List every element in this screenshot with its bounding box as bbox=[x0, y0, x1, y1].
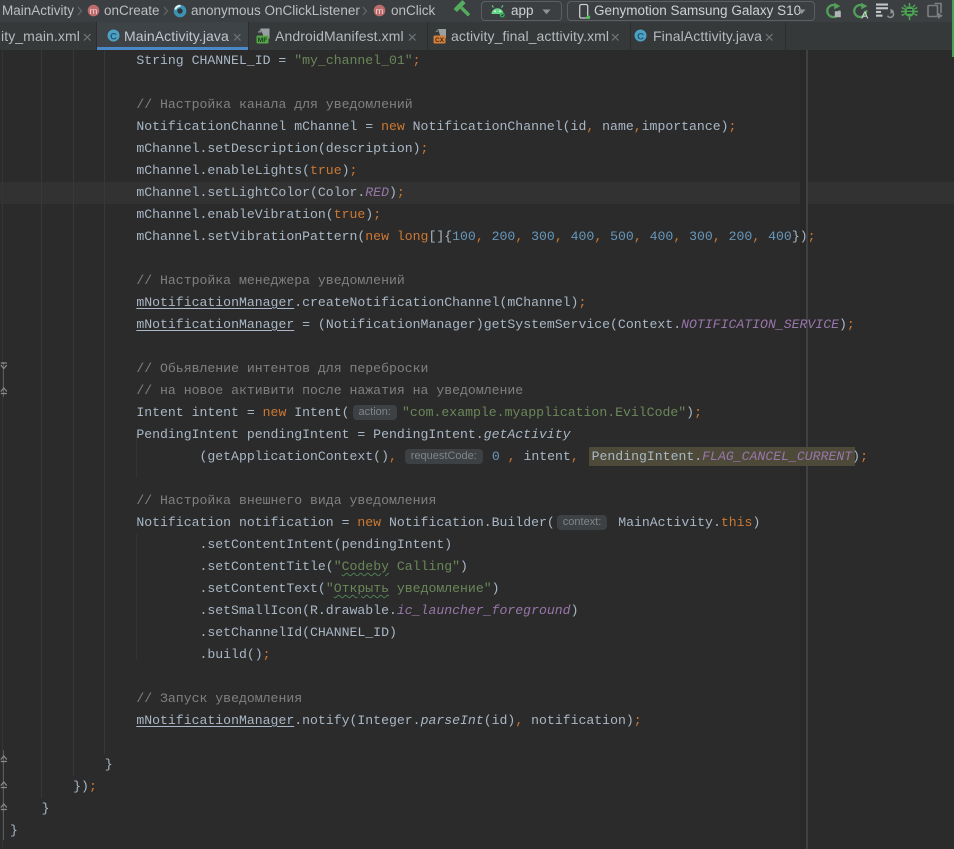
svg-text:C: C bbox=[110, 31, 117, 42]
svg-text:CX: CX bbox=[435, 37, 445, 44]
svg-text:C: C bbox=[637, 31, 644, 42]
svg-text:m: m bbox=[90, 6, 98, 17]
svg-text:MF: MF bbox=[258, 37, 267, 44]
svg-text:m: m bbox=[376, 6, 384, 17]
svg-text:A: A bbox=[861, 10, 868, 21]
